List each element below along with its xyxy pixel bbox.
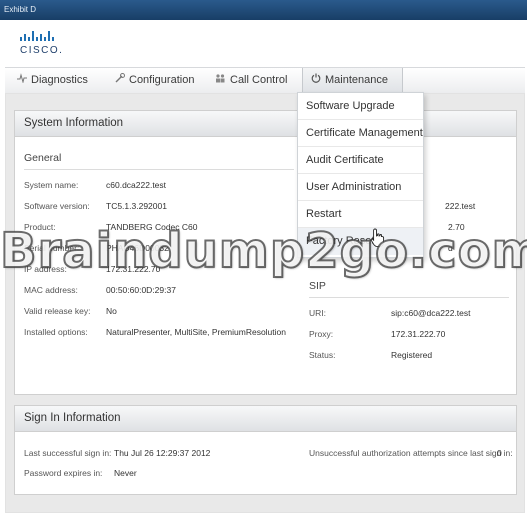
cisco-bars-icon [20, 31, 54, 41]
software-version-label: Software version: [24, 201, 90, 211]
sip-status-value: Registered [391, 350, 433, 360]
last-sign-in-label: Last successful sign in: [24, 448, 112, 458]
tab-diagnostics[interactable]: Diagnostics [17, 68, 88, 93]
general-heading: General [24, 152, 62, 164]
sip-uri-label: URI: [309, 308, 326, 318]
cisco-wordmark: CISCO. [20, 45, 64, 56]
tab-diagnostics-label: Diagnostics [31, 74, 88, 86]
sip-proxy-label: Proxy: [309, 329, 334, 339]
divider [24, 169, 294, 170]
menu-item-software-upgrade[interactable]: Software Upgrade [298, 93, 423, 120]
menu-item-certificate-management[interactable]: Certificate Management [298, 120, 423, 147]
sip-status-label: Status: [309, 350, 336, 360]
installed-options-label: Installed options: [24, 327, 88, 337]
system-name-value: c60.dca222.test [106, 180, 167, 190]
menu-item-user-administration[interactable]: User Administration [298, 174, 423, 201]
installed-options-value: NaturalPresenter, MultiSite, PremiumReso… [106, 327, 286, 337]
wrench-icon [115, 68, 125, 93]
watermark: Braindump2go.com [0, 222, 527, 280]
panel-title: Sign In Information [15, 406, 516, 432]
sip-uri-value: sip:c60@dca222.test [391, 308, 471, 318]
software-version-value: TC5.1.3.292001 [106, 201, 167, 211]
mac-address-value: 00:50:60:0D:29:37 [106, 285, 176, 295]
tab-configuration-label: Configuration [129, 74, 195, 86]
release-key-value: No [106, 306, 117, 316]
people-icon [215, 68, 226, 93]
tab-maintenance-label: Maintenance [325, 74, 388, 86]
window-titlebar: Exhibit D [0, 0, 527, 20]
last-sign-in-value: Thu Jul 26 12:29:37 2012 [114, 448, 211, 458]
password-expires-label: Password expires in: [24, 468, 103, 478]
unsuccessful-attempts-label: Unsuccessful authorization attempts sinc… [309, 448, 513, 458]
tab-configuration[interactable]: Configuration [115, 68, 194, 93]
sip-proxy-value: 172.31.222.70 [391, 329, 446, 339]
unsuccessful-attempts-value: 0 [497, 448, 502, 458]
power-icon [311, 68, 321, 93]
system-name-label: System name: [24, 180, 79, 190]
mac-address-label: MAC address: [24, 285, 78, 295]
pulse-icon [17, 68, 27, 93]
h323-name-value: 222.test [445, 201, 476, 211]
release-key-label: Valid release key: [24, 306, 91, 316]
tab-call-control[interactable]: Call Control [215, 68, 287, 93]
tab-call-control-label: Call Control [230, 74, 288, 86]
password-expires-value: Never [114, 468, 137, 478]
panel-title: System Information [15, 111, 516, 137]
menu-item-audit-certificate[interactable]: Audit Certificate [298, 147, 423, 174]
sip-heading: SIP [309, 280, 326, 292]
window-title: Exhibit D [4, 5, 37, 14]
tab-maintenance[interactable]: Maintenance [302, 68, 403, 93]
cisco-logo: CISCO. [20, 31, 80, 61]
divider [309, 297, 509, 298]
sign-in-information-panel: Sign In Information Last successful sign… [14, 405, 517, 495]
main-nav: Diagnostics Configuration Call Control M… [5, 67, 525, 94]
